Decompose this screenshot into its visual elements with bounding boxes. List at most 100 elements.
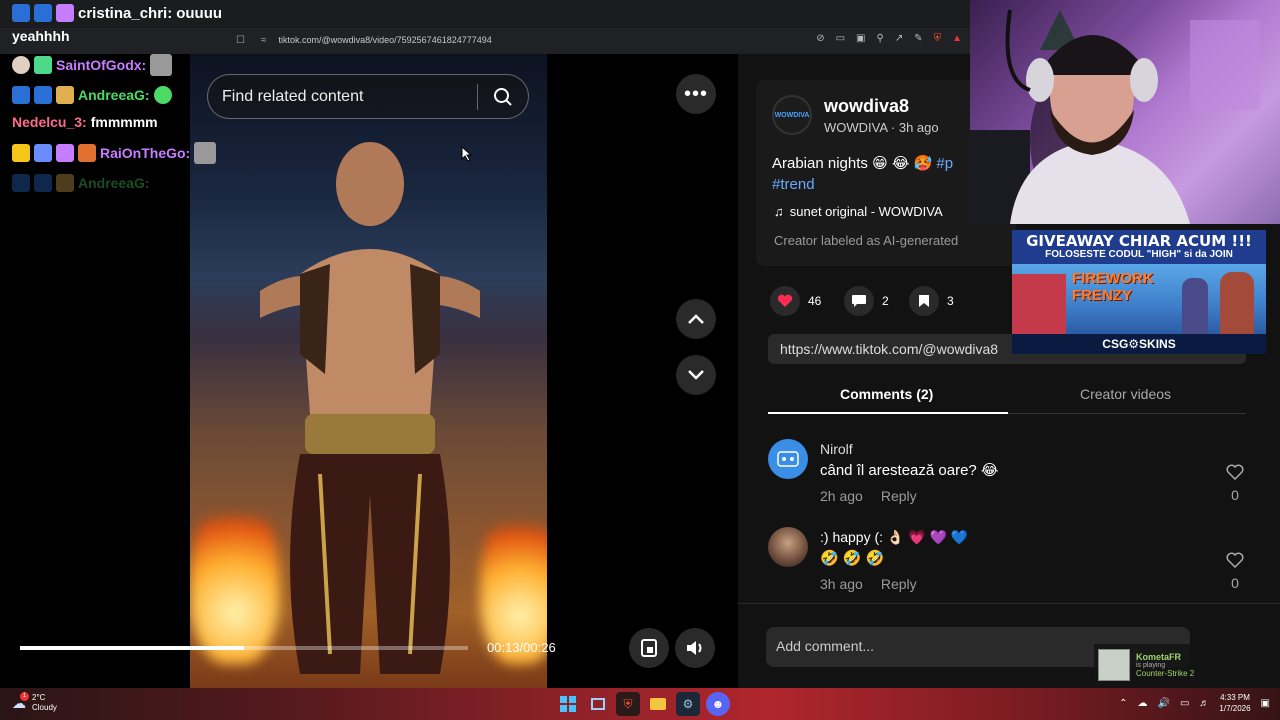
translate-icon[interactable]: ✎	[914, 33, 922, 44]
emote-icon	[153, 86, 172, 104]
friend-status: is playing	[1136, 662, 1166, 669]
ad-subtitle: FOLOSESTE CODUL "HIGH" si da JOIN	[1045, 249, 1233, 260]
gift-icon	[34, 56, 52, 74]
chevron-up-icon[interactable]: ⌃	[1119, 698, 1127, 709]
network-icon[interactable]: ☁	[1138, 698, 1148, 709]
chat-message: SaintOfGodx:	[12, 54, 173, 76]
avatar-text: WOWDIVA	[774, 111, 810, 119]
chat-message: AndreeaG:	[12, 174, 150, 192]
music-note-icon: ♫	[774, 204, 784, 219]
ad-title: GIVEAWAY CHIAR ACUM !!!	[1026, 232, 1252, 250]
chat-user: cristina_chri:	[78, 4, 173, 22]
windows-start-icon[interactable]	[556, 692, 580, 716]
chat-message: AndreeaG:	[12, 86, 172, 104]
sound-link[interactable]: ♫ sunet original - WOWDIVA	[774, 204, 943, 219]
save-count: 3	[947, 294, 954, 308]
url-text[interactable]: tiktok.com/@wowdiva8/video/7592567461824…	[278, 35, 491, 45]
more-options-button[interactable]: •••	[676, 74, 716, 114]
commenter-name[interactable]: Nirolf	[820, 441, 853, 457]
taskbar-apps: ⛨ ⚙ ☻	[556, 692, 730, 716]
crown-icon	[12, 144, 30, 162]
tab-comments[interactable]: Comments (2)	[840, 386, 933, 402]
badge-icon	[34, 4, 52, 22]
bookmark-icon[interactable]: ☐	[236, 35, 245, 46]
badge-icon	[12, 4, 30, 22]
sound-name: sunet original - WOWDIVA	[789, 204, 943, 219]
brave-shield-icon[interactable]: ⛨	[934, 33, 942, 44]
alert-icon[interactable]: ▲	[952, 33, 962, 44]
comment-meta: 2h ago Reply	[820, 488, 917, 504]
friend-avatar	[1098, 649, 1130, 681]
comment-time: 2h ago	[820, 488, 863, 504]
reply-button[interactable]: Reply	[881, 488, 917, 504]
chat-message: yeahhhh	[12, 28, 70, 44]
badge-icon	[12, 56, 30, 74]
file-explorer-icon[interactable]	[646, 692, 670, 716]
comment-count: 2	[882, 294, 889, 308]
badge-icon	[34, 144, 52, 162]
hashtag-partial[interactable]: #p	[936, 155, 953, 172]
heart-outline-icon[interactable]	[1226, 552, 1244, 568]
creator-avatar[interactable]: WOWDIVA	[772, 95, 812, 135]
cast-icon[interactable]: ▣	[856, 33, 865, 44]
address-bar[interactable]: ☐ ≈ tiktok.com/@wowdiva8/video/759256746…	[230, 30, 970, 50]
video-time: 00:13/00:26	[487, 640, 556, 655]
weather-widget[interactable]: ☁ 1 2°C Cloudy	[12, 691, 57, 713]
share-icon[interactable]: ↗	[895, 33, 903, 44]
chat-text: yeahhhh	[12, 28, 70, 44]
chat-message: Nedelcu_3: fmmmmm	[12, 114, 158, 130]
creator-subtitle: WOWDIVA · 3h ago	[824, 120, 939, 135]
friend-game: Counter-Strike 2	[1136, 669, 1195, 678]
steam-icon[interactable]: ⚙	[676, 692, 700, 716]
previous-video-button[interactable]	[676, 299, 716, 339]
chat-message: RaiOnTheGo:	[12, 142, 217, 164]
giveaway-ad-banner[interactable]: GIVEAWAY CHIAR ACUM !!! FOLOSESTE CODUL …	[1012, 230, 1266, 354]
windows-taskbar: ☁ 1 2°C Cloudy ⛨ ⚙ ☻ ⌃ ☁ 🔊 ▭ ♬ 4:33 PM 1/…	[0, 688, 1280, 720]
comment-button[interactable]: 2	[844, 286, 889, 316]
clock[interactable]: 4:33 PM 1/7/2026	[1219, 692, 1250, 714]
chat-user: AndreeaG:	[78, 87, 150, 103]
discord-icon[interactable]: ☻	[706, 692, 730, 716]
search-button[interactable]	[478, 87, 528, 107]
next-video-button[interactable]	[676, 355, 716, 395]
friend-playing-notification[interactable]: KometaFR is playing Counter-Strike 2	[1094, 644, 1280, 686]
brave-browser-icon[interactable]: ⛨	[616, 692, 640, 716]
bookmark-icon	[909, 286, 939, 316]
site-settings-icon[interactable]: ≈	[261, 35, 267, 46]
no-tracking-icon[interactable]: ⊘	[816, 33, 824, 44]
hashtag-trend[interactable]: #trend	[772, 176, 815, 193]
volume-icon[interactable]: 🔊	[1158, 698, 1170, 709]
install-icon[interactable]: ▭	[836, 33, 845, 44]
weather-badge: 1	[20, 691, 29, 701]
zoom-icon[interactable]: ⚲	[876, 33, 883, 44]
badge-icon	[56, 86, 74, 104]
commenter-avatar[interactable]	[768, 527, 808, 567]
temperature: 2°C	[32, 693, 46, 702]
commenter-name[interactable]: :) happy (: 👌🏻 💗 💜 💙	[820, 529, 968, 546]
reply-button[interactable]: Reply	[881, 576, 917, 592]
commenter-avatar[interactable]	[768, 439, 808, 479]
volume-button[interactable]	[675, 628, 715, 668]
find-related-search[interactable]: Find related content	[207, 74, 529, 119]
display-icon[interactable]: ▭	[1180, 698, 1189, 709]
task-view-icon[interactable]	[586, 692, 610, 716]
heart-outline-icon[interactable]	[1226, 464, 1244, 480]
like-button[interactable]: 46	[770, 286, 821, 316]
notifications-icon[interactable]: ▣	[1261, 698, 1270, 709]
video-player[interactable]	[190, 54, 547, 688]
heart-icon	[770, 286, 800, 316]
save-button[interactable]: 3	[909, 286, 954, 316]
streamer-webcam	[970, 0, 1280, 224]
caption-text: Arabian nights 😁 😂 🥵	[772, 155, 937, 172]
chat-user: Nedelcu_3:	[12, 114, 87, 130]
tab-creator-videos[interactable]: Creator videos	[1080, 386, 1171, 402]
video-progress-bar[interactable]	[20, 646, 468, 650]
fire-left	[190, 494, 280, 664]
speaker-icon[interactable]: ♬	[1199, 698, 1209, 709]
badge-icon	[12, 86, 30, 104]
creator-username[interactable]: wowdiva8	[824, 96, 909, 117]
search-placeholder[interactable]: Find related content	[222, 88, 477, 106]
picture-in-picture-button[interactable]	[629, 628, 669, 668]
badge-icon	[56, 4, 74, 22]
active-tab-indicator	[768, 412, 1008, 414]
